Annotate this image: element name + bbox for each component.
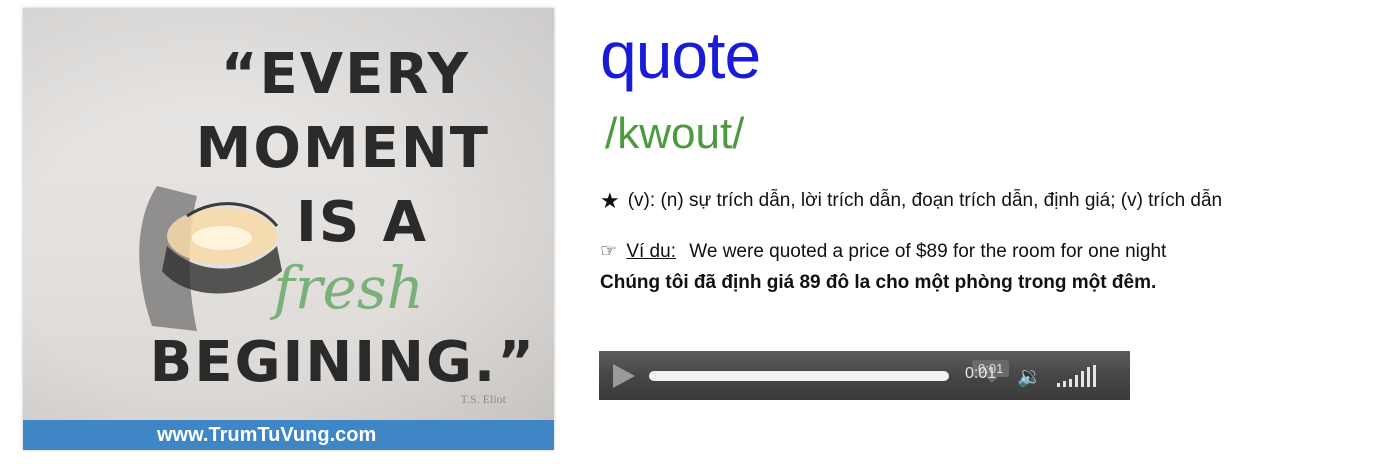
- progress-track[interactable]: 0:01: [649, 360, 1010, 383]
- volume-bar: [1081, 371, 1084, 387]
- quote-line-1: “EVERY: [220, 42, 470, 107]
- entry-definition-row: ★ (v): (n) sự trích dẫn, lời trích dẫn, …: [600, 188, 1222, 214]
- volume-bar: [1063, 381, 1066, 387]
- entry-example-row: ☞ Ví du: We were quoted a price of $89 f…: [600, 240, 1166, 263]
- figure-silhouette: [139, 186, 282, 331]
- current-time: 0:01: [965, 365, 997, 382]
- star-icon: ★: [600, 188, 620, 213]
- entry-word: quote: [600, 18, 761, 92]
- volume-bar: [1057, 383, 1060, 387]
- entry-definition: (v): (n) sự trích dẫn, lời trích dẫn, đo…: [627, 190, 1223, 211]
- volume-slider[interactable]: [1057, 365, 1096, 387]
- play-icon[interactable]: [613, 364, 635, 388]
- audio-player: 0:01 0:01 🔉: [599, 351, 1130, 400]
- progress-fill: [649, 371, 949, 381]
- volume-bar: [1093, 365, 1096, 387]
- quote-line-5: BEGINING.”: [149, 330, 536, 395]
- site-banner: www.TrumTuVung.com: [23, 420, 554, 450]
- quote-line-4: fresh: [273, 254, 424, 322]
- volume-bar: [1069, 379, 1072, 387]
- entry-phonetic: /kwout/: [605, 109, 745, 158]
- speaker-icon[interactable]: 🔉: [1017, 364, 1042, 389]
- example-text: We were quoted a price of $89 for the ro…: [689, 241, 1167, 262]
- volume-bar: [1087, 367, 1090, 387]
- volume-bar: [1075, 375, 1078, 387]
- quote-line-3: IS A: [295, 190, 428, 255]
- pointing-hand-icon: ☞: [600, 241, 618, 262]
- example-translation: Chúng tôi đã định giá 89 đô la cho một p…: [600, 272, 1157, 293]
- quote-author: T.S. Eliot: [460, 392, 506, 406]
- quote-image-card: “EVERY MOMENT IS A fresh BEGINING.” T.S.…: [23, 8, 554, 450]
- example-label: Ví du:: [626, 241, 676, 262]
- quote-line-2: MOMENT: [195, 116, 490, 181]
